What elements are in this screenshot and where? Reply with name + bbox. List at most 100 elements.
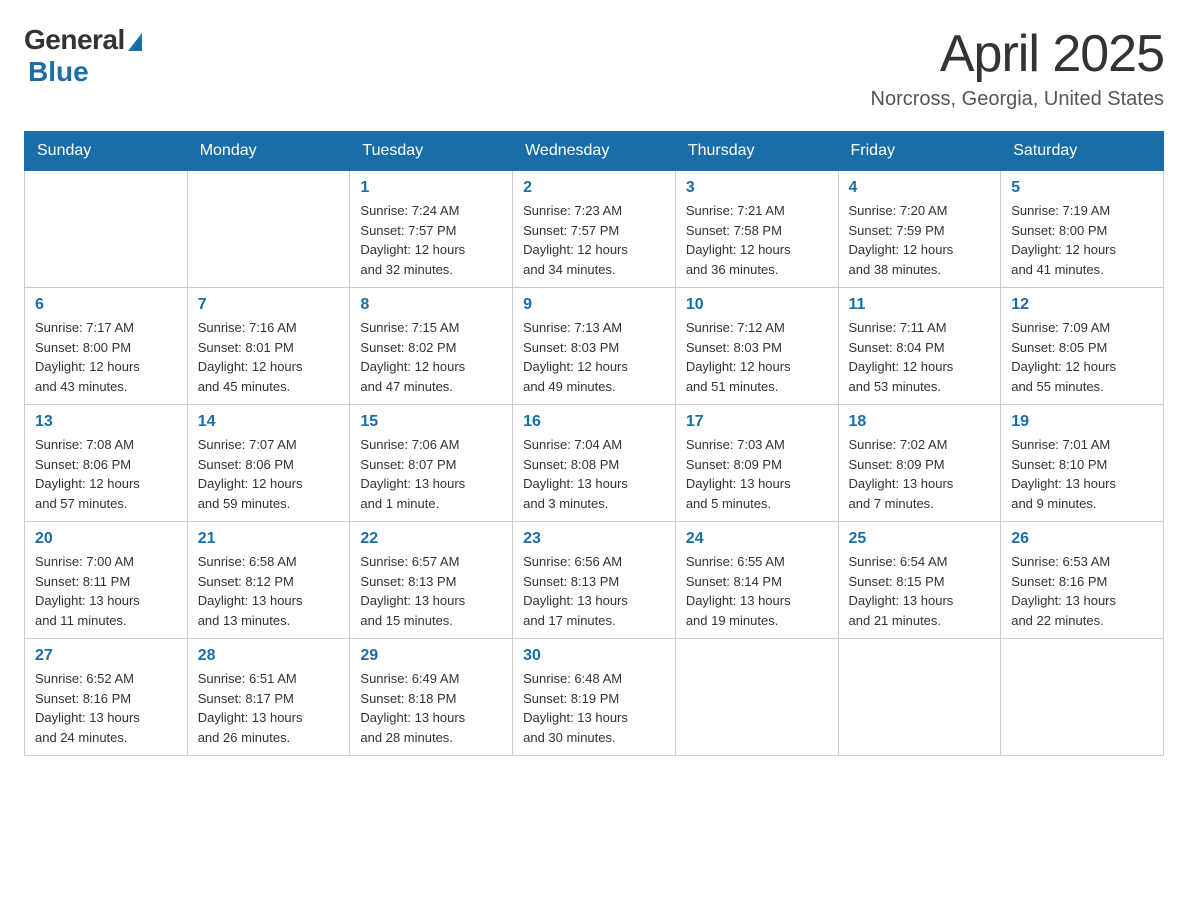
- day-header-friday: Friday: [838, 132, 1001, 171]
- day-number: 28: [198, 647, 340, 665]
- day-number: 17: [686, 413, 828, 431]
- day-number: 14: [198, 413, 340, 431]
- day-info: Sunrise: 7:20 AM Sunset: 7:59 PM Dayligh…: [849, 201, 991, 279]
- calendar-cell: 1Sunrise: 7:24 AM Sunset: 7:57 PM Daylig…: [350, 171, 513, 288]
- day-number: 2: [523, 179, 665, 197]
- calendar-cell: 25 Sunrise: 6:54 AM Sunset: 8:15 PM Dayli…: [838, 522, 1001, 639]
- calendar-cell: 20 Sunrise: 7:00 AM Sunset: 8:11 PM Dayli…: [25, 522, 188, 639]
- day-info: Sunrise: 7:19 AM Sunset: 8:00 PM Dayligh…: [1011, 201, 1153, 279]
- day-info: Sunrise: 7:00 AM Sunset: 8:11 PM Dayligh…: [35, 552, 177, 630]
- day-number: 24: [686, 530, 828, 548]
- month-title: April 2025: [871, 24, 1164, 84]
- calendar-cell: 4Sunrise: 7:20 AM Sunset: 7:59 PM Daylig…: [838, 171, 1001, 288]
- calendar-cell: 21 Sunrise: 6:58 AM Sunset: 8:12 PM Dayli…: [187, 522, 350, 639]
- day-info: Sunrise: 7:15 AM Sunset: 8:02 PM Dayligh…: [360, 318, 502, 396]
- calendar-cell: 26Sunrise: 6:53 AM Sunset: 8:16 PM Dayli…: [1001, 522, 1164, 639]
- calendar-cell: 9Sunrise: 7:13 AM Sunset: 8:03 PM Daylig…: [513, 288, 676, 405]
- day-info: Sunrise: 6:58 AM Sunset: 8:12 PM Dayligh…: [198, 552, 340, 630]
- day-number: 20: [35, 530, 177, 548]
- day-info: Sunrise: 7:02 AM Sunset: 8:09 PM Dayligh…: [849, 435, 991, 513]
- day-info: Sunrise: 7:03 AM Sunset: 8:09 PM Dayligh…: [686, 435, 828, 513]
- day-info: Sunrise: 7:11 AM Sunset: 8:04 PM Dayligh…: [849, 318, 991, 396]
- logo-triangle-icon: [128, 33, 142, 51]
- calendar-cell: 22Sunrise: 6:57 AM Sunset: 8:13 PM Dayli…: [350, 522, 513, 639]
- calendar-cell: 28 Sunrise: 6:51 AM Sunset: 8:17 PM Dayli…: [187, 639, 350, 756]
- day-info: Sunrise: 7:23 AM Sunset: 7:57 PM Dayligh…: [523, 201, 665, 279]
- day-header-tuesday: Tuesday: [350, 132, 513, 171]
- day-number: 30: [523, 647, 665, 665]
- day-header-thursday: Thursday: [675, 132, 838, 171]
- page-header: General Blue April 2025 Norcross, Georgi…: [24, 24, 1164, 111]
- day-number: 27: [35, 647, 177, 665]
- calendar-cell: 14 Sunrise: 7:07 AM Sunset: 8:06 PM Dayli…: [187, 405, 350, 522]
- calendar-cell: 12 Sunrise: 7:09 AM Sunset: 8:05 PM Dayli…: [1001, 288, 1164, 405]
- calendar-cell: 16 Sunrise: 7:04 AM Sunset: 8:08 PM Dayli…: [513, 405, 676, 522]
- day-info: Sunrise: 7:12 AM Sunset: 8:03 PM Dayligh…: [686, 318, 828, 396]
- day-number: 21: [198, 530, 340, 548]
- calendar-header: SundayMondayTuesdayWednesdayThursdayFrid…: [25, 132, 1164, 171]
- day-number: 5: [1011, 179, 1153, 197]
- day-number: 7: [198, 296, 340, 314]
- calendar-week-4: 20 Sunrise: 7:00 AM Sunset: 8:11 PM Dayli…: [25, 522, 1164, 639]
- day-info: Sunrise: 7:16 AM Sunset: 8:01 PM Dayligh…: [198, 318, 340, 396]
- day-info: Sunrise: 7:09 AM Sunset: 8:05 PM Dayligh…: [1011, 318, 1153, 396]
- calendar-cell: 19Sunrise: 7:01 AM Sunset: 8:10 PM Dayli…: [1001, 405, 1164, 522]
- calendar-week-1: 1Sunrise: 7:24 AM Sunset: 7:57 PM Daylig…: [25, 171, 1164, 288]
- calendar-cell: 29 Sunrise: 6:49 AM Sunset: 8:18 PM Dayli…: [350, 639, 513, 756]
- day-number: 3: [686, 179, 828, 197]
- calendar-cell: 24 Sunrise: 6:55 AM Sunset: 8:14 PM Dayli…: [675, 522, 838, 639]
- day-number: 11: [849, 296, 991, 314]
- day-info: Sunrise: 6:56 AM Sunset: 8:13 PM Dayligh…: [523, 552, 665, 630]
- day-number: 18: [849, 413, 991, 431]
- calendar-cell: 11 Sunrise: 7:11 AM Sunset: 8:04 PM Dayli…: [838, 288, 1001, 405]
- calendar-week-5: 27 Sunrise: 6:52 AM Sunset: 8:16 PM Dayli…: [25, 639, 1164, 756]
- calendar-body: 1Sunrise: 7:24 AM Sunset: 7:57 PM Daylig…: [25, 171, 1164, 756]
- calendar-cell: 5 Sunrise: 7:19 AM Sunset: 8:00 PM Daylig…: [1001, 171, 1164, 288]
- day-number: 23: [523, 530, 665, 548]
- day-info: Sunrise: 7:21 AM Sunset: 7:58 PM Dayligh…: [686, 201, 828, 279]
- day-number: 19: [1011, 413, 1153, 431]
- day-info: Sunrise: 7:07 AM Sunset: 8:06 PM Dayligh…: [198, 435, 340, 513]
- day-number: 8: [360, 296, 502, 314]
- day-number: 26: [1011, 530, 1153, 548]
- location-text: Norcross, Georgia, United States: [871, 88, 1164, 111]
- logo: General Blue: [24, 24, 142, 88]
- calendar-cell: 15Sunrise: 7:06 AM Sunset: 8:07 PM Dayli…: [350, 405, 513, 522]
- day-info: Sunrise: 6:51 AM Sunset: 8:17 PM Dayligh…: [198, 669, 340, 747]
- day-info: Sunrise: 6:52 AM Sunset: 8:16 PM Dayligh…: [35, 669, 177, 747]
- day-info: Sunrise: 6:49 AM Sunset: 8:18 PM Dayligh…: [360, 669, 502, 747]
- day-info: Sunrise: 6:57 AM Sunset: 8:13 PM Dayligh…: [360, 552, 502, 630]
- calendar-cell: 7 Sunrise: 7:16 AM Sunset: 8:01 PM Daylig…: [187, 288, 350, 405]
- day-header-sunday: Sunday: [25, 132, 188, 171]
- calendar-cell: 27 Sunrise: 6:52 AM Sunset: 8:16 PM Dayli…: [25, 639, 188, 756]
- day-info: Sunrise: 7:17 AM Sunset: 8:00 PM Dayligh…: [35, 318, 177, 396]
- day-number: 1: [360, 179, 502, 197]
- day-number: 6: [35, 296, 177, 314]
- calendar-cell: [187, 171, 350, 288]
- day-header-saturday: Saturday: [1001, 132, 1164, 171]
- day-info: Sunrise: 7:08 AM Sunset: 8:06 PM Dayligh…: [35, 435, 177, 513]
- day-info: Sunrise: 7:06 AM Sunset: 8:07 PM Dayligh…: [360, 435, 502, 513]
- day-info: Sunrise: 6:55 AM Sunset: 8:14 PM Dayligh…: [686, 552, 828, 630]
- day-number: 25: [849, 530, 991, 548]
- title-section: April 2025 Norcross, Georgia, United Sta…: [871, 24, 1164, 111]
- logo-general-text: General: [24, 24, 125, 56]
- calendar-cell: 3 Sunrise: 7:21 AM Sunset: 7:58 PM Daylig…: [675, 171, 838, 288]
- calendar-cell: 6 Sunrise: 7:17 AM Sunset: 8:00 PM Daylig…: [25, 288, 188, 405]
- logo-blue-text: Blue: [28, 56, 89, 88]
- calendar-cell: 2 Sunrise: 7:23 AM Sunset: 7:57 PM Daylig…: [513, 171, 676, 288]
- calendar-table: SundayMondayTuesdayWednesdayThursdayFrid…: [24, 131, 1164, 756]
- calendar-week-3: 13 Sunrise: 7:08 AM Sunset: 8:06 PM Dayli…: [25, 405, 1164, 522]
- day-number: 13: [35, 413, 177, 431]
- calendar-cell: [838, 639, 1001, 756]
- day-info: Sunrise: 7:13 AM Sunset: 8:03 PM Dayligh…: [523, 318, 665, 396]
- day-number: 29: [360, 647, 502, 665]
- day-number: 10: [686, 296, 828, 314]
- calendar-week-2: 6 Sunrise: 7:17 AM Sunset: 8:00 PM Daylig…: [25, 288, 1164, 405]
- day-info: Sunrise: 7:04 AM Sunset: 8:08 PM Dayligh…: [523, 435, 665, 513]
- day-number: 16: [523, 413, 665, 431]
- day-info: Sunrise: 6:54 AM Sunset: 8:15 PM Dayligh…: [849, 552, 991, 630]
- day-number: 12: [1011, 296, 1153, 314]
- calendar-cell: 10 Sunrise: 7:12 AM Sunset: 8:03 PM Dayli…: [675, 288, 838, 405]
- header-row: SundayMondayTuesdayWednesdayThursdayFrid…: [25, 132, 1164, 171]
